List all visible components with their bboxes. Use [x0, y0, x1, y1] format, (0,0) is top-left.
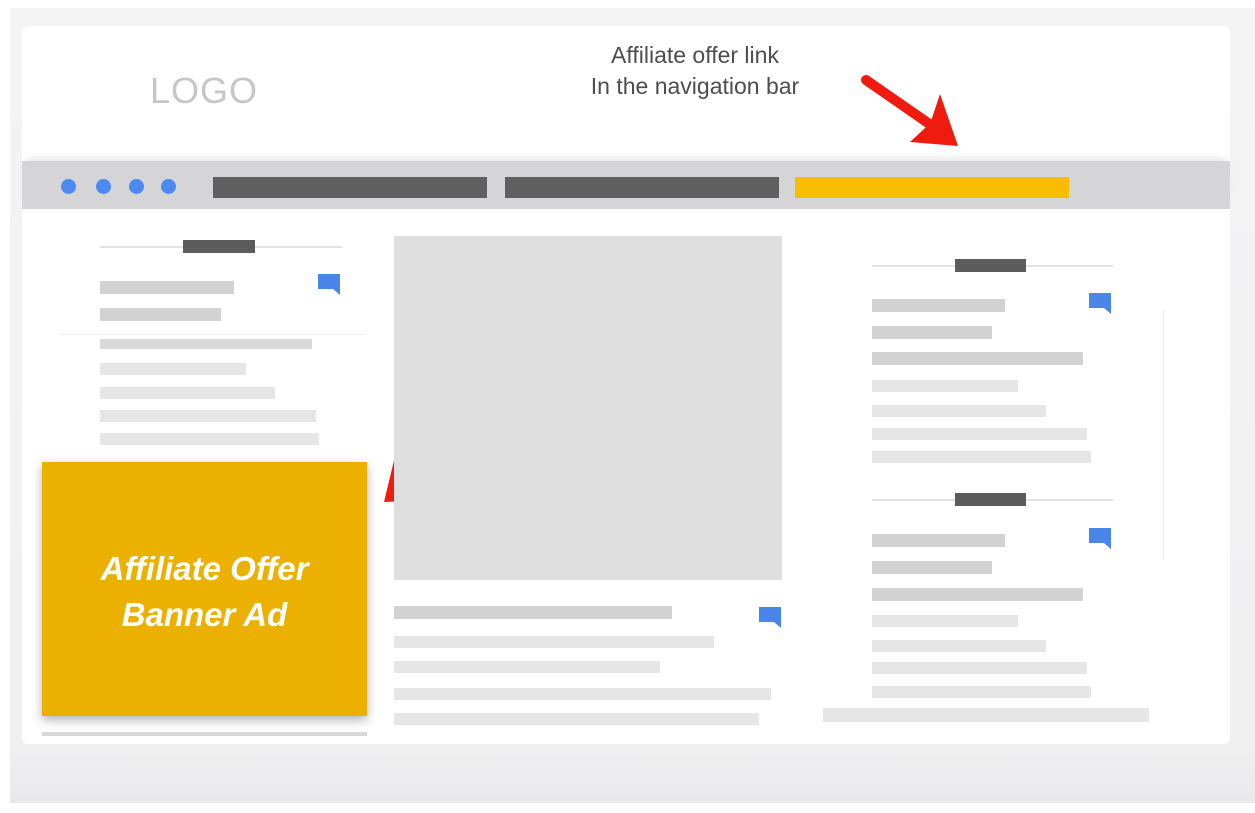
banner-line1: Affiliate Offer — [100, 550, 309, 587]
section-heading — [955, 259, 1026, 272]
card-edge — [1163, 310, 1164, 560]
text-line — [872, 615, 1018, 627]
text-line — [872, 588, 1083, 601]
text-line — [394, 688, 771, 700]
nav-dot-4 — [161, 179, 176, 194]
text-line — [872, 662, 1087, 674]
nav-dot-3 — [129, 179, 144, 194]
text-line — [872, 405, 1046, 417]
article-title[interactable] — [100, 281, 234, 294]
banner-text: Affiliate Offer Banner Ad — [42, 546, 367, 638]
text-line — [100, 410, 316, 422]
nav-dot-2 — [96, 179, 111, 194]
banner-underline — [42, 732, 367, 736]
text-line — [100, 363, 246, 375]
text-line — [100, 387, 275, 399]
article-title[interactable] — [100, 308, 221, 321]
section-heading — [955, 493, 1026, 506]
article-title[interactable] — [872, 534, 1005, 547]
nav-link-2[interactable] — [505, 177, 779, 198]
divider — [60, 334, 365, 335]
text-line — [394, 636, 714, 648]
text-line — [872, 451, 1091, 463]
text-line — [872, 352, 1083, 365]
comment-icon[interactable] — [1088, 292, 1112, 316]
comment-icon[interactable] — [1088, 527, 1112, 551]
banner-line2: Banner Ad — [121, 596, 288, 633]
affiliate-banner-ad[interactable]: Affiliate Offer Banner Ad — [42, 462, 367, 716]
text-line — [100, 339, 312, 349]
nav-link-1[interactable] — [213, 177, 487, 198]
text-line — [823, 708, 1149, 722]
red-arrow-icon — [861, 75, 958, 146]
logo[interactable]: LOGO — [150, 70, 258, 112]
nav-annotation-line1: Affiliate offer link — [611, 42, 779, 68]
hero-image[interactable] — [394, 236, 782, 580]
affiliate-offer-link[interactable] — [795, 177, 1069, 198]
text-line — [872, 428, 1087, 440]
article-title[interactable] — [872, 326, 992, 339]
comment-icon[interactable] — [317, 273, 341, 297]
article-title[interactable] — [394, 606, 672, 619]
bottom-band — [10, 746, 1255, 803]
text-line — [394, 661, 660, 673]
nav-dot-1 — [61, 179, 76, 194]
nav-annotation: Affiliate offer link In the navigation b… — [520, 40, 870, 102]
comment-icon[interactable] — [758, 606, 782, 630]
article-title[interactable] — [872, 299, 1005, 312]
nav-annotation-line2: In the navigation bar — [590, 73, 800, 99]
text-line — [872, 640, 1046, 652]
section-heading — [183, 240, 255, 253]
text-line — [872, 380, 1018, 392]
article-title[interactable] — [872, 561, 992, 574]
text-line — [100, 433, 319, 445]
text-line — [872, 686, 1091, 698]
text-line — [394, 713, 759, 725]
